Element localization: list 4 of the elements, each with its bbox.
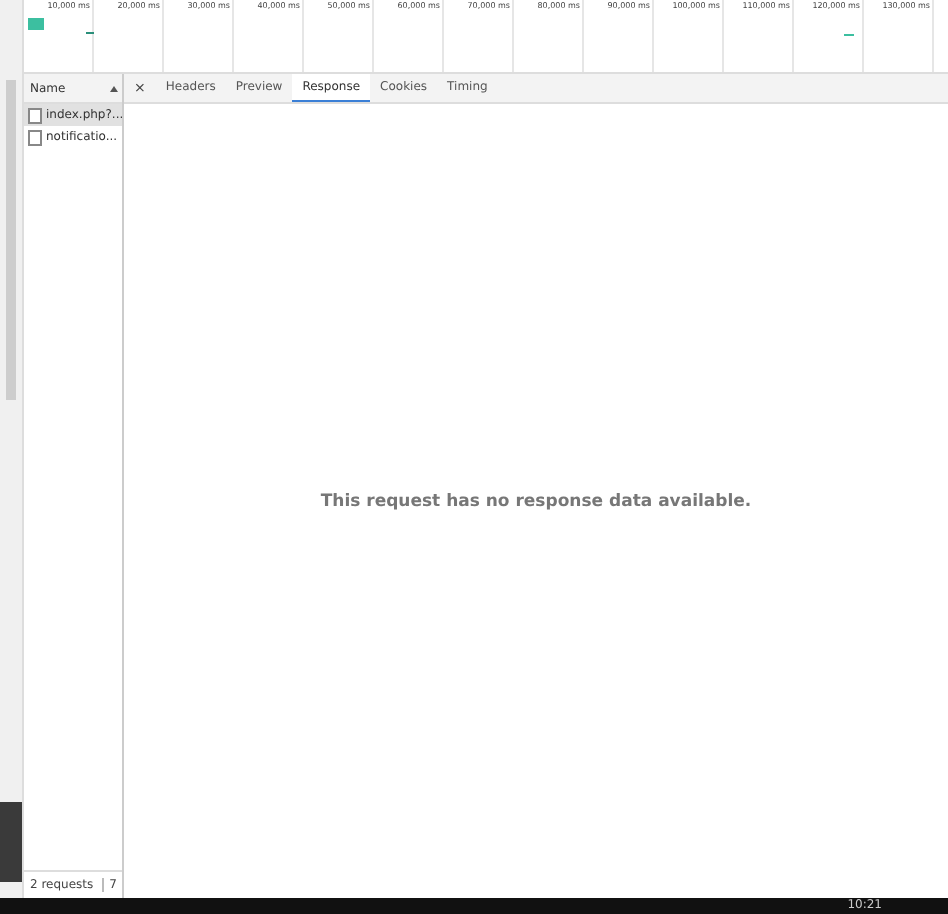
request-bar bbox=[28, 18, 44, 30]
sort-icon bbox=[110, 85, 118, 91]
empty-message: This request has no response data available. bbox=[320, 491, 752, 511]
scrollbar-thumb[interactable] bbox=[6, 80, 16, 400]
